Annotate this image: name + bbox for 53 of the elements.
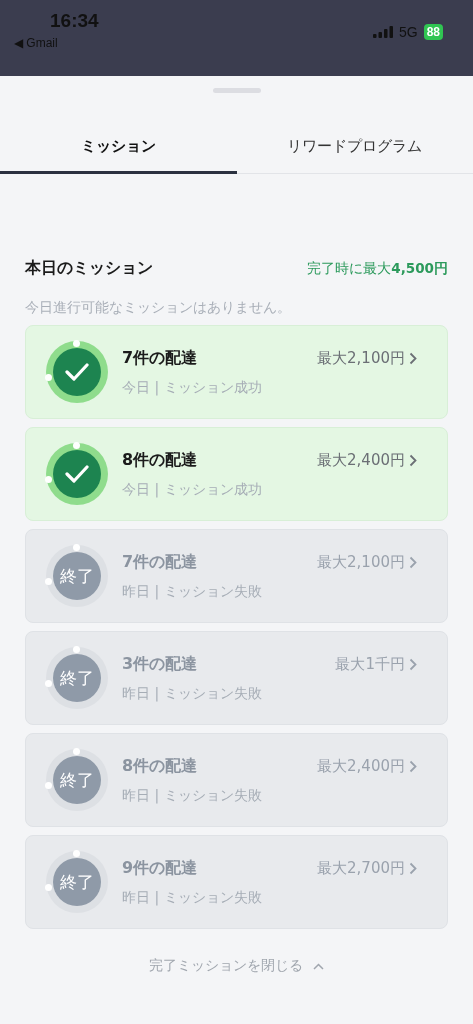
signal-icon <box>372 26 393 38</box>
chevron-right-icon <box>409 453 417 467</box>
mission-reward: 最大2,100円 <box>317 552 405 572</box>
mission-title: 7件の配達 <box>122 551 198 573</box>
mission-title: 8件の配達 <box>122 449 198 471</box>
sheet-handle[interactable] <box>212 88 261 93</box>
chevron-right-icon <box>409 657 417 671</box>
mission-reward: 最大2,700円 <box>317 858 405 878</box>
ended-badge: 終了 <box>53 756 101 804</box>
chevron-up-icon[interactable] <box>313 962 324 970</box>
empty-note: 今日進行可能なミッションはありません。 <box>25 299 292 317</box>
ring-dot <box>73 544 80 551</box>
ring-dot <box>45 476 52 483</box>
mission-reward: 最大2,100円 <box>317 348 405 368</box>
mission-card[interactable]: 8件の配達 最大2,400円 今日 | ミッション成功 <box>25 427 448 521</box>
mission-reward: 最大1千円 <box>335 654 405 674</box>
chevron-right-icon <box>409 759 417 773</box>
mission-title: 7件の配達 <box>122 347 198 369</box>
mission-reward: 最大2,400円 <box>317 450 405 470</box>
tab[interactable]: ミッション <box>0 125 237 174</box>
ring-dot <box>45 578 52 585</box>
mission-status: 今日 | ミッション成功 <box>122 378 263 397</box>
network-label: 5G <box>398 24 418 40</box>
ring-dot <box>45 884 52 891</box>
battery-level: 88 <box>423 24 443 40</box>
mission-reward: 最大2,400円 <box>317 756 405 776</box>
ring-dot <box>73 646 80 653</box>
chevron-right-icon <box>409 861 417 875</box>
total-reward: 完了時に最大4,500円 <box>307 260 448 278</box>
ended-badge: 終了 <box>53 858 101 906</box>
check-icon <box>53 450 101 498</box>
mission-card[interactable]: 7件の配達 最大2,100円 今日 | ミッション成功 <box>25 325 448 419</box>
ring-dot <box>45 374 52 381</box>
mission-title: 3件の配達 <box>122 653 198 675</box>
mission-status: 今日 | ミッション成功 <box>122 480 263 499</box>
check-icon <box>53 348 101 396</box>
tab[interactable]: リワードプログラム <box>236 125 473 174</box>
chevron-right-icon <box>409 555 417 569</box>
mission-title: 8件の配達 <box>122 755 198 777</box>
ring-dot <box>73 442 80 449</box>
status-time: 16:34 <box>50 10 99 32</box>
mission-title: 9件の配達 <box>122 857 198 879</box>
ring-dot <box>73 850 80 857</box>
section-title: 本日のミッション <box>25 258 153 279</box>
ring-dot <box>73 340 80 347</box>
close-completed-link[interactable]: 完了ミッションを閉じる <box>149 957 303 975</box>
ring-dot <box>45 782 52 789</box>
ring-dot <box>45 680 52 687</box>
ended-badge: 終了 <box>53 654 101 702</box>
chevron-right-icon <box>409 351 417 365</box>
ended-badge: 終了 <box>53 552 101 600</box>
back-link[interactable]: ◀ Gmail <box>14 36 99 50</box>
ring-dot <box>73 748 80 755</box>
